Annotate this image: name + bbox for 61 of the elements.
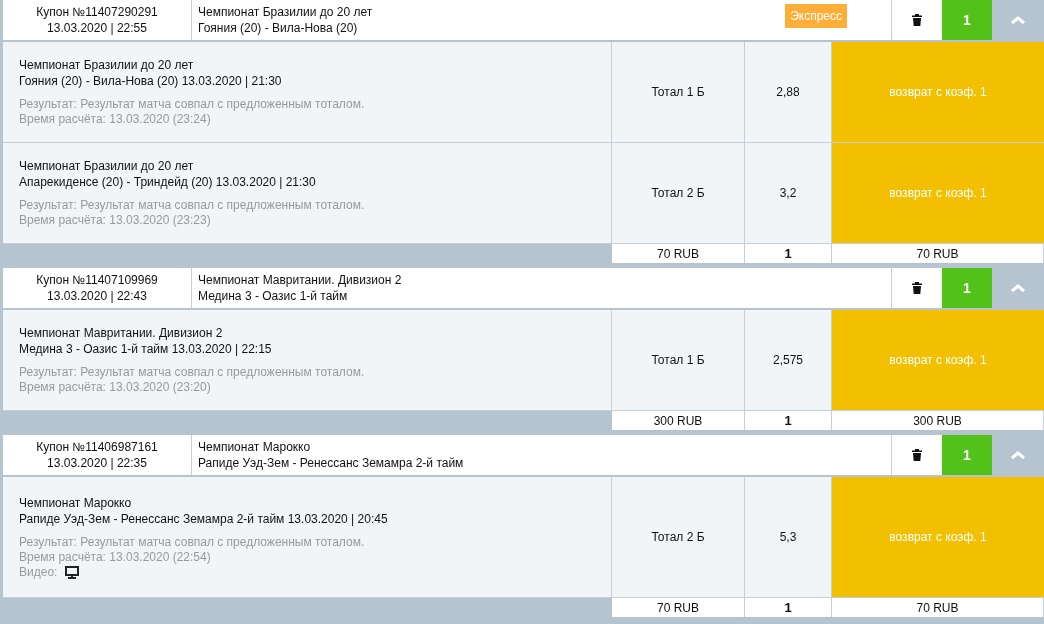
stake-amount: 70 RUB — [612, 598, 745, 617]
settlement-time: Время расчёта: 13.03.2020 (23:24) — [19, 112, 212, 127]
bet-selection: Тотал 2 Б — [612, 143, 745, 243]
stake-amount: 300 RUB — [612, 411, 745, 430]
coupon-number: Купон №11407109969 — [36, 272, 158, 288]
count-button[interactable]: 1 — [942, 435, 992, 475]
chevron-icon — [1010, 283, 1026, 293]
event-title: Чемпионат Бразилии до 20 лет — [198, 4, 373, 20]
trash-icon — [912, 14, 922, 26]
settlement-time: Время расчёта: 13.03.2020 (23:23) — [19, 213, 212, 228]
payout-amount: 70 RUB — [832, 598, 1044, 617]
video-label: Видео: — [19, 564, 58, 580]
championship-name: Чемпионат Бразилии до 20 лет — [19, 158, 195, 174]
match-line: Апарекиденсе (20) - Триндейд (20) 13.03.2020 | 21:30 — [19, 174, 317, 190]
match-line: Гояния (20) - Вила-Нова (20) 13.03.2020 | 21:30 — [19, 73, 283, 89]
monitor-icon[interactable] — [65, 565, 80, 579]
result-text: Результат: Результат матча совпал с предложенным тоталом. — [19, 534, 366, 550]
event-match: Рапиде Уэд-Зем - Ренессанс Земамра 2-й тайм — [198, 455, 464, 471]
match-line: Рапиде Уэд-Зем - Ренессанс Земамра 2-й тайм 13.03.2020 | 20:45 — [19, 510, 389, 527]
bet-count: 1 — [745, 244, 832, 263]
odds-cell: 2,88 — [745, 42, 832, 142]
odds-cell: 3,2 — [745, 143, 832, 243]
outcome-status: возврат с коэф. 1 — [832, 477, 1044, 597]
chevron-icon — [1010, 15, 1026, 25]
chevron-icon — [1010, 450, 1026, 460]
trash-icon — [912, 282, 922, 294]
event-title: Чемпионат Мавритании. Дивизион 2 — [198, 272, 402, 288]
coupon-number: Купон №11407290291 — [36, 4, 158, 20]
championship-name: Чемпионат Мавритании. Дивизион 2 — [19, 325, 224, 341]
championship-name: Чемпионат Бразилии до 20 лет — [19, 57, 195, 73]
stake-amount: 70 RUB — [612, 244, 745, 263]
coupon-date: 13.03.2020 | 22:35 — [47, 455, 147, 471]
express-tag: Экспресс — [785, 4, 847, 28]
odds-cell: 5,3 — [745, 477, 832, 597]
odds-cell: 2,575 — [745, 310, 832, 410]
result-text: Результат: Результат матча совпал с предложенным тоталом. — [19, 97, 366, 112]
bet-selection: Тотал 1 Б — [612, 310, 745, 410]
bet-count: 1 — [745, 598, 832, 617]
payout-amount: 300 RUB — [832, 411, 1044, 430]
payout-amount: 70 RUB — [832, 244, 1044, 263]
result-text: Результат: Результат матча совпал с предложенным тоталом. — [19, 198, 366, 213]
bet-count: 1 — [745, 411, 832, 430]
settlement-time: Время расчёта: 13.03.2020 (22:54) — [19, 549, 212, 565]
event-title: Чемпионат Марокко — [198, 439, 312, 455]
trash-icon — [912, 449, 922, 461]
bet-selection: Тотал 2 Б — [612, 477, 745, 597]
result-text: Результат: Результат матча совпал с предложенным тоталом. — [19, 365, 366, 380]
outcome-status: возврат с коэф. 1 — [832, 310, 1044, 410]
match-line: Медина 3 - Оазис 1-й тайм 13.03.2020 | 22:15 — [19, 341, 273, 357]
coupon-date: 13.03.2020 | 22:55 — [47, 20, 147, 36]
count-button[interactable]: 1 — [942, 268, 992, 308]
outcome-status: возврат с коэф. 1 — [832, 143, 1044, 243]
settlement-time: Время расчёта: 13.03.2020 (23:20) — [19, 380, 212, 395]
bet-selection: Тотал 1 Б — [612, 42, 745, 142]
count-button[interactable]: 1 — [942, 0, 992, 40]
championship-name: Чемпионат Марокко — [19, 494, 133, 511]
coupon-date: 13.03.2020 | 22:43 — [47, 288, 147, 304]
outcome-status: возврат с коэф. 1 — [832, 42, 1044, 142]
coupon-number: Купон №11406987161 — [36, 439, 158, 455]
event-match: Медина 3 - Оазис 1-й тайм — [198, 288, 349, 304]
event-match: Гояния (20) - Вила-Нова (20) — [198, 20, 359, 36]
